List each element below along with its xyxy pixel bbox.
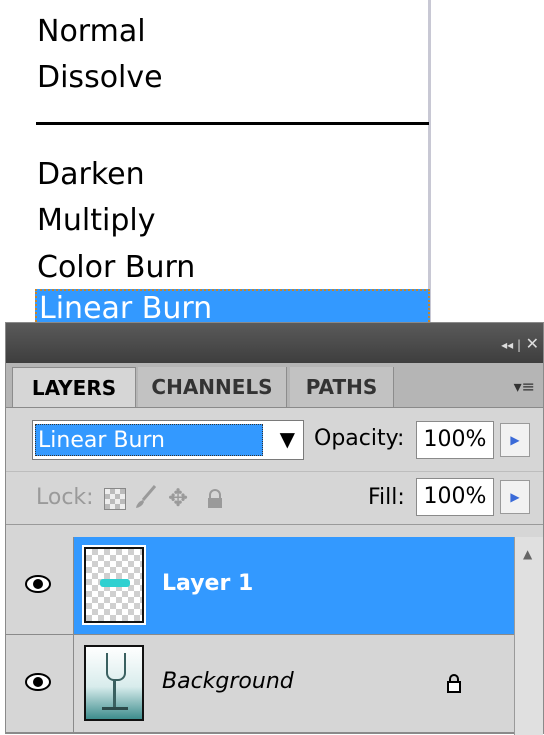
stroke-mark xyxy=(100,579,130,587)
layer-thumbnail[interactable] xyxy=(82,545,146,625)
tab-channels[interactable]: CHANNELS xyxy=(138,367,287,407)
fill-field[interactable]: 100% xyxy=(416,478,494,516)
blend-option-darken[interactable]: Darken xyxy=(37,155,145,195)
blend-option-normal[interactable]: Normal xyxy=(37,12,146,52)
glass-shape xyxy=(106,653,126,681)
panel-tabs: LAYERS CHANNELS PATHS ▾≡ xyxy=(6,363,543,408)
visibility-cell[interactable] xyxy=(6,537,74,634)
layers-panel: ◂◂ | ✕ LAYERS CHANNELS PATHS ▾≡ Linear B… xyxy=(5,322,544,735)
chevron-down-icon[interactable]: ▼ xyxy=(280,427,295,451)
lock-position-move-icon[interactable]: ✥ xyxy=(168,484,188,512)
tab-paths[interactable]: PATHS xyxy=(290,367,394,407)
close-icon[interactable]: ✕ xyxy=(526,334,539,353)
blend-mode-value: Linear Burn xyxy=(35,424,263,456)
blend-mode-menu: Normal Dissolve Darken Multiply Color Bu… xyxy=(0,0,544,330)
lock-transparent-pixels-icon[interactable] xyxy=(104,488,126,510)
layer-row-background[interactable]: Background xyxy=(6,635,514,733)
layers-scrollbar[interactable]: ▲ xyxy=(514,537,543,735)
opacity-slider-button[interactable]: ▶ xyxy=(500,423,530,457)
layers-list: Layer 1 Background ▲ xyxy=(6,537,543,735)
layer-name[interactable]: Layer 1 xyxy=(162,571,253,596)
blend-option-color-burn[interactable]: Color Burn xyxy=(37,248,195,288)
eye-icon[interactable] xyxy=(24,671,52,695)
arrow-right-icon: ▶ xyxy=(510,433,520,447)
lock-image-pixels-brush-icon[interactable] xyxy=(133,484,159,516)
layer-row-layer-1[interactable]: Layer 1 xyxy=(6,537,514,635)
blend-option-dissolve[interactable]: Dissolve xyxy=(37,58,163,98)
opacity-field[interactable]: 100% xyxy=(416,421,494,459)
glass-stem xyxy=(113,679,116,707)
lock-all-icon[interactable] xyxy=(206,487,224,508)
lock-label: Lock: xyxy=(36,485,94,510)
visibility-cell[interactable] xyxy=(6,635,74,732)
menu-lines-icon: ≡ xyxy=(521,377,535,396)
glass-base xyxy=(102,707,128,710)
blend-mode-select[interactable]: Linear Burn ▼ xyxy=(32,420,304,460)
arrow-right-icon: ▶ xyxy=(510,490,520,504)
eye-icon[interactable] xyxy=(24,573,52,597)
background-thumbnail[interactable] xyxy=(84,645,144,721)
menu-right-border xyxy=(428,0,431,330)
layer-name[interactable]: Background xyxy=(162,669,294,694)
fill-slider-button[interactable]: ▶ xyxy=(500,480,530,514)
menu-separator xyxy=(36,122,429,125)
fill-label: Fill: xyxy=(368,485,405,510)
lock-row: Lock: ✥ Fill: 100% ▶ xyxy=(6,471,543,525)
collapse-icon[interactable]: ◂◂ | xyxy=(501,338,521,352)
tab-layers[interactable]: LAYERS xyxy=(12,367,136,407)
panel-menu-icon[interactable]: ▾≡ xyxy=(514,377,535,396)
opacity-label: Opacity: xyxy=(314,426,405,451)
blend-option-multiply[interactable]: Multiply xyxy=(37,201,155,241)
lock-icon xyxy=(446,673,462,693)
scroll-up-icon[interactable]: ▲ xyxy=(523,547,532,561)
panel-titlebar[interactable]: ◂◂ | ✕ xyxy=(6,323,543,363)
